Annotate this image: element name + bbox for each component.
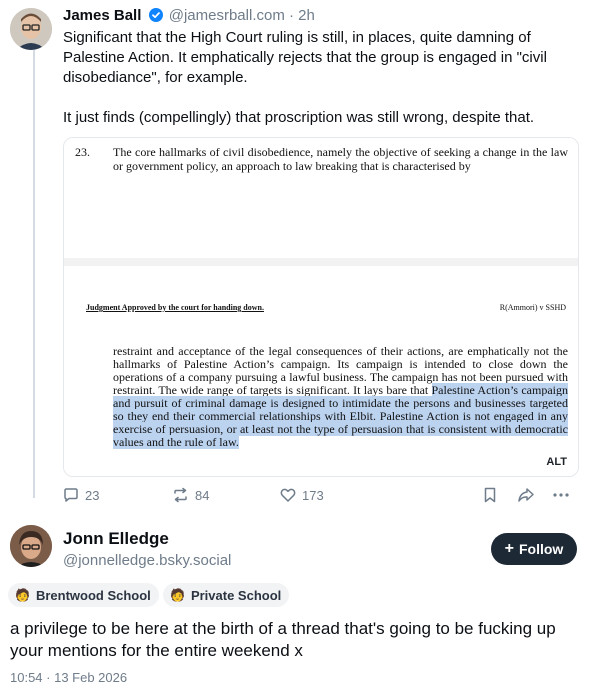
bookmark-icon xyxy=(484,487,496,503)
verified-check-icon xyxy=(148,8,163,22)
judgment-header: Judgment Approved by the court for handi… xyxy=(86,303,264,312)
avatar[interactable] xyxy=(10,8,52,50)
person-emoji-icon: 🧑 xyxy=(15,588,30,602)
repost-count: 84 xyxy=(195,487,210,503)
author-handle[interactable]: @jonnelledge.bsky.social xyxy=(63,551,231,571)
author-name[interactable]: Jonn Elledge xyxy=(63,528,169,550)
repost-button[interactable]: 84 xyxy=(172,487,209,503)
more-options-button[interactable] xyxy=(552,487,576,503)
post-timestamp[interactable]: 10:54 · 13 Feb 2026 xyxy=(10,670,127,685)
plus-icon: + xyxy=(504,540,514,557)
post-paragraph: It just finds (compellingly) that proscr… xyxy=(63,109,535,126)
paragraph-23-text: The core hallmarks of civil disobedience… xyxy=(113,145,568,173)
case-reference: R(Ammori) v SSHD xyxy=(499,303,566,312)
avatar-photo-icon xyxy=(10,525,52,567)
bookmark-button[interactable] xyxy=(483,487,503,503)
badge-label: Brentwood School xyxy=(35,587,151,603)
author-name[interactable]: James Ball xyxy=(63,7,141,24)
profile-badge[interactable]: 🧑 Brentwood School xyxy=(8,583,159,607)
image-embed[interactable]: 23. The core hallmarks of civil disobedi… xyxy=(63,137,579,477)
judgment-paragraph: restraint and acceptance of the legal co… xyxy=(113,345,568,449)
post-time: · 2h xyxy=(289,7,315,24)
like-button[interactable]: 173 xyxy=(280,487,324,503)
person-emoji-icon: 🧑 xyxy=(170,588,185,602)
post-text: a privilege to be here at the birth of a… xyxy=(10,619,556,660)
paragraph-number: 23. xyxy=(75,145,90,159)
reply-button[interactable]: 23 xyxy=(63,487,99,503)
post-paragraph: Significant that the High Court ruling i… xyxy=(63,29,547,86)
post-header: James Ball @jamesrball.com · 2h xyxy=(63,6,315,26)
page-break xyxy=(64,258,578,266)
heart-icon xyxy=(280,488,296,502)
repost-icon xyxy=(174,487,187,503)
share-button[interactable] xyxy=(517,487,541,503)
like-count: 173 xyxy=(302,487,324,503)
reply-icon xyxy=(64,488,78,502)
thread-line xyxy=(33,50,35,498)
more-dots-icon xyxy=(553,493,569,497)
profile-badge[interactable]: 🧑 Private School xyxy=(163,583,290,607)
post-text: Significant that the High Court ruling i… xyxy=(63,28,578,128)
document-excerpt-bottom: Judgment Approved by the court for handi… xyxy=(64,266,578,476)
reply-count: 23 xyxy=(85,487,100,503)
share-arrow-icon xyxy=(518,488,534,502)
avatar[interactable] xyxy=(10,525,52,567)
avatar-photo-icon xyxy=(10,8,52,50)
badge-label: Private School xyxy=(190,587,282,603)
document-excerpt-top: 23. The core hallmarks of civil disobedi… xyxy=(64,138,578,258)
follow-label: Follow xyxy=(519,541,564,557)
author-handle[interactable]: @jamesrball.com xyxy=(169,7,285,24)
alt-text-badge[interactable]: ALT xyxy=(543,455,570,469)
follow-button[interactable]: + Follow xyxy=(491,533,577,565)
